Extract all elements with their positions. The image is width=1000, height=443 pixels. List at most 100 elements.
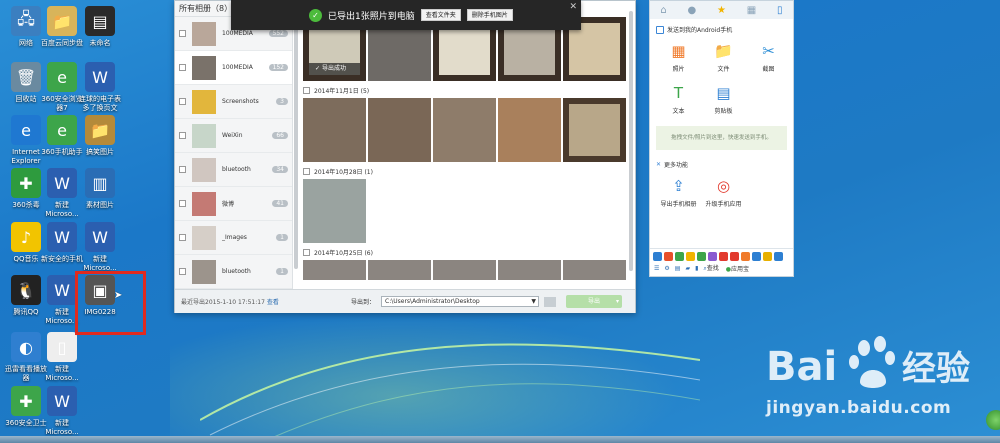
album-item[interactable]: bluetooth 34 <box>175 153 292 187</box>
app-shortcut-icon[interactable] <box>697 252 706 261</box>
desktop-icon[interactable]: ▤ 未命名 <box>78 6 122 48</box>
desktop-icon[interactable]: ▯ 新建 Microso... <box>40 332 84 383</box>
phone-icon[interactable]: ▯ <box>777 5 783 16</box>
photo-thumbnail[interactable] <box>303 98 366 162</box>
send-option[interactable]: ✂ 截图 <box>746 38 791 80</box>
album-checkbox[interactable] <box>179 200 186 207</box>
desktop-icon-glyph: W <box>47 168 77 198</box>
photo-thumbnail[interactable] <box>433 98 496 162</box>
export-button[interactable]: 导出 ▾ <box>566 295 623 308</box>
app-shortcut-icon[interactable] <box>741 252 750 261</box>
group-checkbox[interactable] <box>303 168 310 175</box>
album-checkbox[interactable] <box>179 234 186 241</box>
desktop-icon-glyph: e <box>47 62 77 92</box>
settings-icon[interactable]: ⚙ <box>664 265 669 272</box>
photo-thumbnail[interactable] <box>498 260 561 280</box>
album-checkbox[interactable] <box>179 30 186 37</box>
app-shortcut-icon[interactable] <box>686 252 695 261</box>
album-name: WeiXin <box>222 132 243 139</box>
album-count-badge: 152 <box>268 64 288 71</box>
app-shortcut-icon[interactable] <box>719 252 728 261</box>
feature-option-icon: ⇪ <box>672 177 685 195</box>
send-option[interactable]: T 文本 <box>656 80 701 122</box>
send-option-label: 文件 <box>717 66 730 73</box>
album-item[interactable]: 100MEDIA 152 <box>175 51 292 85</box>
send-option[interactable]: 📁 文件 <box>701 38 746 80</box>
photo-grid-scrollbar[interactable] <box>629 11 633 271</box>
chart-icon[interactable]: ▮ <box>695 265 698 272</box>
send-option[interactable]: ▦ 照片 <box>656 38 701 80</box>
start-button[interactable] <box>986 410 1000 430</box>
menu-icon[interactable]: ☰ <box>654 265 659 272</box>
export-path-select[interactable]: C:\Users\Administrator\Desktop ▼ <box>381 296 540 307</box>
desktop-icon[interactable]: 📁 搞笑图片 <box>78 115 122 157</box>
album-checkbox[interactable] <box>179 64 186 71</box>
photo-thumbnail[interactable] <box>368 260 431 280</box>
list-icon[interactable]: ▤ <box>675 265 681 272</box>
svg-text:经验: 经验 <box>902 349 970 389</box>
desktop-icon[interactable]: ▥ 素材图片 <box>78 168 122 210</box>
date-group-header[interactable]: 2014年10月28日 (1) <box>299 162 629 179</box>
album-checkbox[interactable] <box>179 98 186 105</box>
photo-thumbnail[interactable] <box>563 260 626 280</box>
app-store-link[interactable]: ●应用宝 <box>726 264 749 273</box>
folder-icon[interactable]: ▰ <box>685 265 690 272</box>
album-checkbox[interactable] <box>179 132 186 139</box>
close-icon[interactable]: ✕ <box>569 2 577 12</box>
app-shortcut-icon[interactable] <box>763 252 772 261</box>
album-checkbox[interactable] <box>179 166 186 173</box>
photo-thumbnail[interactable] <box>303 260 366 280</box>
app-shortcut-icon[interactable] <box>653 252 662 261</box>
delete-phone-photo-button[interactable]: 删除手机图片 <box>466 9 513 21</box>
feature-option-label: 升级手机应用 <box>705 201 742 208</box>
desktop-icon-glyph: ✚ <box>11 386 41 416</box>
photo-row <box>299 260 629 280</box>
album-scrollbar[interactable] <box>294 19 298 269</box>
album-item[interactable]: _Images 1 <box>175 221 292 255</box>
grid-icon[interactable]: ▦ <box>747 5 756 16</box>
send-option[interactable]: ▤ 剪贴板 <box>701 80 746 122</box>
chevron-down-icon[interactable]: ▾ <box>616 295 619 308</box>
album-thumbnail <box>192 123 216 148</box>
album-item[interactable]: bluetooth 1 <box>175 255 292 289</box>
drop-zone[interactable]: 拖拽文件/照片到这里，快速发送到手机。 <box>656 126 787 150</box>
feature-option[interactable]: ⇪ 导出手机相册 <box>656 173 701 215</box>
desktop-icon-glyph: W <box>47 386 77 416</box>
app-shortcut-icon[interactable] <box>675 252 684 261</box>
photo-thumbnail[interactable] <box>563 98 626 162</box>
home-icon[interactable]: ⌂ <box>660 5 666 16</box>
group-checkbox[interactable] <box>303 87 310 94</box>
photo-thumbnail[interactable] <box>433 260 496 280</box>
photo-thumbnail[interactable] <box>368 98 431 162</box>
star-icon[interactable]: ★ <box>717 5 726 16</box>
app-shortcut-icon[interactable] <box>730 252 739 261</box>
tools-icon: ✕ <box>656 161 662 168</box>
open-folder-button[interactable]: 查看文件夹 <box>420 9 461 21</box>
album-item[interactable]: Screenshots 3 <box>175 85 292 119</box>
desktop-icon[interactable]: W 新建 Microso... <box>40 386 84 437</box>
feature-option[interactable]: ◎ 升级手机应用 <box>701 173 746 215</box>
view-link[interactable]: 查看 <box>267 299 279 306</box>
photo-thumbnail[interactable] <box>498 98 561 162</box>
date-group-header[interactable]: 2014年11月1日 (5) <box>299 81 629 98</box>
album-item[interactable]: 微博 41 <box>175 187 292 221</box>
album-item[interactable]: WeiXin 66 <box>175 119 292 153</box>
desktop-icon-label: 新建 Microso... <box>45 419 79 436</box>
app-shortcut-icon[interactable] <box>752 252 761 261</box>
album-count-badge: 41 <box>272 200 288 207</box>
app-shortcut-icon[interactable] <box>774 252 783 261</box>
desktop-icon-glyph: W <box>47 222 77 252</box>
album-checkbox[interactable] <box>179 268 186 275</box>
user-icon[interactable]: ● <box>688 5 697 16</box>
browse-folder-button[interactable] <box>544 296 557 307</box>
group-checkbox[interactable] <box>303 249 310 256</box>
app-shortcut-icon[interactable] <box>664 252 673 261</box>
toast-message: 已导出1张照片到电脑 <box>328 11 415 22</box>
search-icon[interactable]: ⌕查找 <box>703 263 718 273</box>
watermark-url: jingyan.baidu.com <box>766 398 952 418</box>
app-shortcut-icon[interactable] <box>708 252 717 261</box>
desktop-icon[interactable]: W 新建 Microso... <box>78 222 122 273</box>
date-group-header[interactable]: 2014年10月25日 (6) <box>299 243 629 260</box>
photo-thumbnail[interactable] <box>303 179 366 243</box>
desktop-icon[interactable]: W 连球的电子表多了换页文 <box>78 62 122 113</box>
